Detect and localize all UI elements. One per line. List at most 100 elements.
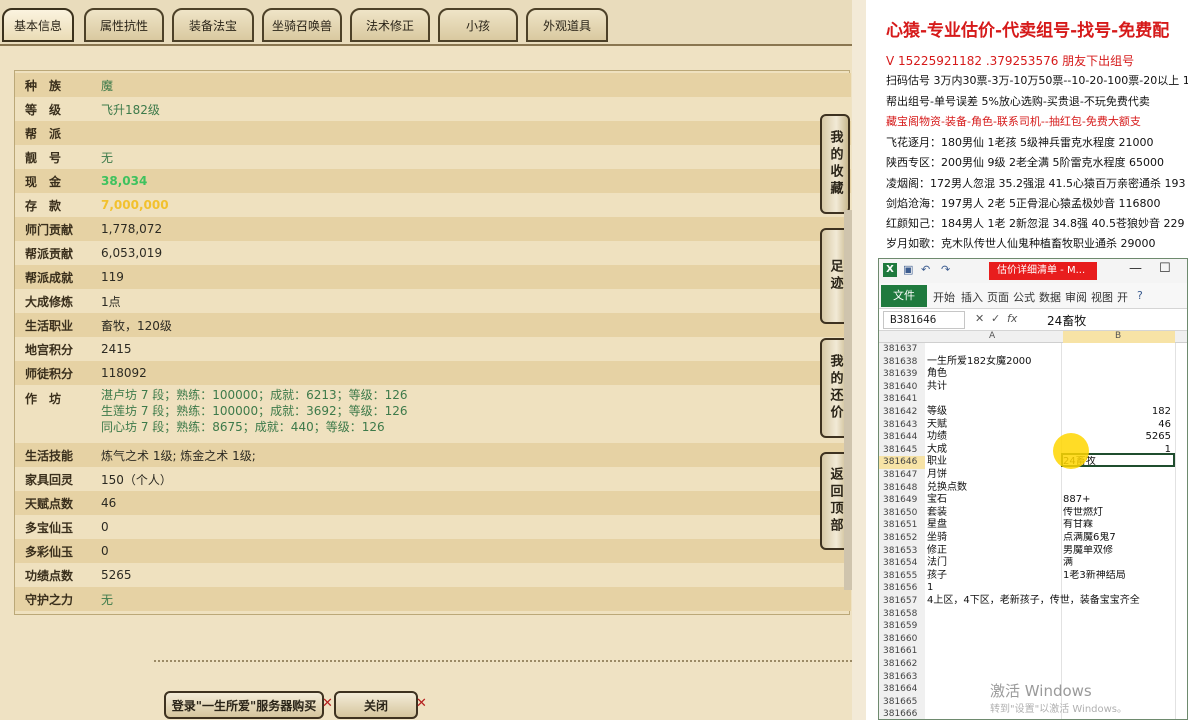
tab-spell-correction[interactable]: 法术修正 — [350, 8, 430, 42]
close-button[interactable]: 关闭 — [334, 691, 418, 719]
row-number[interactable]: 381665 — [879, 695, 925, 709]
info-row: 存 款 7,000,000 — [15, 193, 851, 217]
cell-b[interactable]: 46 — [1063, 419, 1175, 431]
row-number[interactable]: 381651 — [879, 519, 925, 532]
row-number[interactable]: 381646 — [879, 456, 925, 469]
row-number[interactable]: 381664 — [879, 683, 925, 696]
help-icon[interactable]: ? — [1137, 289, 1143, 302]
row-number[interactable]: 381654 — [879, 557, 925, 570]
row-number[interactable]: 381643 — [879, 418, 925, 432]
cell-a[interactable]: 套装 — [927, 507, 947, 519]
tab-basic-info[interactable]: 基本信息 — [2, 8, 74, 42]
sheet-row: 381642 等级 182 — [879, 406, 1187, 419]
cancel-icon[interactable]: ✕ — [975, 312, 984, 325]
cell-a[interactable]: 修正 — [927, 545, 947, 557]
cell-a[interactable]: 一生所爱182女魔2000 — [927, 356, 1032, 368]
cell-a[interactable]: 星盘 — [927, 519, 947, 531]
cell-b[interactable]: 男魔单双修 — [1063, 545, 1175, 557]
cell-a[interactable]: 天赋 — [927, 419, 947, 431]
enter-icon[interactable]: ✓ — [991, 312, 1000, 325]
cell-a[interactable]: 职业 — [927, 456, 947, 468]
row-number[interactable]: 381652 — [879, 532, 925, 545]
ribbon-tab[interactable]: 视图 — [1091, 289, 1113, 305]
ribbon-tab[interactable]: 审阅 — [1065, 289, 1087, 305]
row-number[interactable]: 381637 — [879, 343, 925, 356]
tab-appearance-items[interactable]: 外观道具 — [526, 8, 608, 42]
ribbon-tab[interactable]: 开始 — [933, 289, 955, 305]
function-icon[interactable]: fx — [1007, 312, 1017, 325]
cell-b[interactable]: 传世燃灯 — [1063, 507, 1175, 519]
tab-attribute-resistance[interactable]: 属性抗性 — [84, 8, 164, 42]
row-number[interactable]: 381655 — [879, 569, 925, 583]
cell-a[interactable]: 兑换点数 — [927, 482, 967, 494]
row-number[interactable]: 381662 — [879, 658, 925, 671]
tab-mounts-summons[interactable]: 坐骑召唤兽 — [262, 8, 342, 42]
row-number[interactable]: 381645 — [879, 443, 925, 457]
formula-input[interactable]: 24畜牧 — [1047, 312, 1086, 329]
ribbon-tab[interactable]: 开 — [1117, 289, 1128, 305]
tab-children[interactable]: 小孩 — [438, 8, 518, 42]
row-number[interactable]: 381649 — [879, 494, 925, 507]
row-number[interactable]: 381659 — [879, 620, 925, 633]
row-number[interactable]: 381639 — [879, 368, 925, 381]
cell-a[interactable]: 等级 — [927, 406, 947, 418]
ribbon-tab[interactable]: 插入 — [961, 289, 983, 305]
redo-icon[interactable]: ↷ — [941, 263, 950, 276]
row-number[interactable]: 381660 — [879, 632, 925, 646]
cell-a[interactable]: 坐骑 — [927, 532, 947, 544]
my-favorites-button[interactable]: 我的收藏 — [820, 114, 850, 214]
cell-b[interactable]: 满 — [1063, 557, 1175, 569]
cell-a[interactable]: 法门 — [927, 557, 947, 569]
cell-b[interactable]: 887+ — [1063, 494, 1175, 506]
row-number[interactable]: 381642 — [879, 406, 925, 419]
row-number[interactable]: 381641 — [879, 393, 925, 406]
tab-equipment[interactable]: 装备法宝 — [172, 8, 254, 42]
cell-b[interactable]: 点满魔6鬼7 — [1063, 532, 1175, 544]
cell-b[interactable]: 1老3新神结局 — [1063, 570, 1175, 582]
ribbon-tab[interactable]: 公式 — [1013, 289, 1035, 305]
row-number[interactable]: 381650 — [879, 506, 925, 520]
cell-a[interactable]: 共计 — [927, 381, 947, 393]
cell-a[interactable]: 宝石 — [927, 494, 947, 506]
row-number[interactable]: 381647 — [879, 469, 925, 482]
row-number[interactable]: 381663 — [879, 670, 925, 684]
cell-a[interactable]: 4上区，4下区，老新孩子，传世，装备宝宝齐全 — [927, 595, 1140, 607]
row-number[interactable]: 381656 — [879, 582, 925, 595]
row-number[interactable]: 381657 — [879, 595, 925, 608]
cell-a[interactable]: 角色 — [927, 368, 947, 380]
ribbon-tab[interactable]: 数据 — [1039, 289, 1061, 305]
row-number[interactable]: 381644 — [879, 431, 925, 444]
row-number[interactable]: 381666 — [879, 708, 925, 719]
cell-a[interactable]: 大成 — [927, 444, 947, 456]
cell-a[interactable]: 功绩 — [927, 431, 947, 443]
ribbon-tab[interactable]: 页面 — [987, 289, 1009, 305]
row-number[interactable]: 381648 — [879, 481, 925, 495]
excel-ribbon: 文件 开始 插入 页面 公式 数据 审阅 视图 开 ? — [879, 283, 1187, 309]
info-row: 师徒积分 118092 — [15, 361, 851, 385]
save-icon[interactable]: ▣ — [903, 263, 913, 276]
excel-title-bar: X ▣ ↶ ↷ 估价详细清单 - M... — ☐ — [879, 259, 1187, 283]
row-number[interactable]: 381661 — [879, 645, 925, 658]
name-box[interactable]: B381646 — [883, 311, 965, 329]
row-number[interactable]: 381658 — [879, 607, 925, 621]
cell-a[interactable]: 月饼 — [927, 469, 947, 481]
cell-b[interactable]: 有甘霖 — [1063, 519, 1175, 531]
close-x-icon: ✕ — [416, 696, 427, 711]
cell-b[interactable]: 182 — [1063, 406, 1175, 418]
maximize-icon[interactable]: ☐ — [1159, 261, 1171, 276]
cell-a[interactable]: 1 — [927, 582, 933, 594]
column-header-b[interactable]: B — [1115, 331, 1121, 341]
row-number[interactable]: 381640 — [879, 380, 925, 394]
minimize-icon[interactable]: — — [1129, 261, 1142, 276]
cell-a[interactable]: 孩子 — [927, 570, 947, 582]
row-number[interactable]: 381638 — [879, 355, 925, 369]
row-number[interactable]: 381653 — [879, 544, 925, 558]
file-tab[interactable]: 文件 — [881, 285, 927, 307]
sheet-row: 381640 共计 — [879, 380, 1187, 394]
undo-icon[interactable]: ↶ — [921, 263, 930, 276]
info-row: 生活职业 畜牧，120级 — [15, 313, 851, 337]
info-label: 功绩点数 — [25, 568, 74, 583]
column-header-a[interactable]: A — [989, 331, 995, 341]
login-to-buy-button[interactable]: 登录"一生所爱"服务器购买 — [164, 691, 324, 719]
scrollbar[interactable] — [844, 210, 852, 590]
